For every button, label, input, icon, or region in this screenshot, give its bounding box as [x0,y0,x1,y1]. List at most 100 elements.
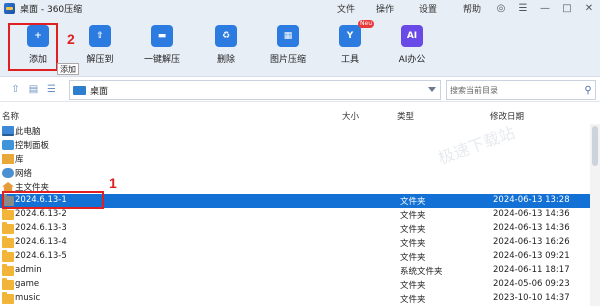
list-item[interactable]: game 文件夹 2024-05-06 09:23 [0,278,600,292]
list-item[interactable]: admin 系统文件夹 2024-06-11 18:17 [0,264,600,278]
image-compress-button[interactable]: ▦ 图片压缩 [262,21,314,71]
title-bar: 桌面 - 360压缩 文件 操作 设置 帮助 ◎ ☰ — □ ✕ [0,0,600,17]
file-list: 此电脑 控制面板库网络 主文件夹 2024.6.13-1 文件夹 2024-06-13 1… [0,124,600,306]
annotation-box-add [8,23,58,71]
file-date: 2024-06-11 18:17 [493,265,570,275]
app-logo-icon [4,3,15,14]
annotation-number-2: 2 [67,31,75,47]
menu-operate-label[interactable]: 操作 [376,2,394,15]
annotation-number-1: 1 [109,175,117,191]
menu-help-label[interactable]: 帮助 [463,2,481,15]
menu-file[interactable]: 文件 [337,0,355,17]
file-name: 2024.6.13-3 [15,223,67,233]
path-text: 桌面 [90,86,109,97]
add-tooltip: 添加 [57,63,79,75]
new-badge: Neu [358,20,374,28]
detail-view-icon[interactable]: ▤ [27,83,40,96]
extract-to-button[interactable]: ⇧ 解压到 [74,21,126,71]
list-item[interactable]: 此电脑 [0,124,600,138]
tools-button[interactable]: Y Neu 工具 [324,20,376,71]
folder-icon [2,278,14,290]
vertical-scrollbar[interactable] [590,124,600,306]
list-item[interactable]: 2024.6.13-3 文件夹 2024-06-13 14:36 [0,222,600,236]
image-compress-label: 图片压缩 [269,55,306,65]
list-item[interactable]: music 文件夹 2023-10-10 14:37 [0,292,600,306]
list-item[interactable]: 2024.6.13-5 文件夹 2024-06-13 09:21 [0,250,600,264]
path-input[interactable]: 桌面 [69,80,441,100]
file-date: 2024-06-13 16:26 [493,237,570,247]
toolbar: + 添加 ⇧ 解压到 ▬ 一键解压 ♻ 删除 ▦ 图片压缩 Y Neu 工具 A… [0,17,600,77]
folder-icon [2,292,14,304]
menu-help[interactable]: 帮助 [463,0,481,17]
file-name: 控制面板 [15,141,50,151]
desktop-folder-icon [73,85,86,95]
folder-icon [2,208,14,220]
tools-icon: Y Neu [339,20,374,47]
list-item[interactable]: 库 [0,152,600,166]
list-item[interactable]: 2024.6.13-2 文件夹 2024-06-13 14:36 [0,208,600,222]
address-bar: ⇧ ▤ ☰ 桌面 搜索当前目录 ⚲ [0,78,600,102]
file-type: 文件夹 [400,239,426,249]
folder-icon [2,222,14,234]
delete-button[interactable]: ♻ 删除 [200,21,252,71]
control-panel-icon [2,140,14,150]
file-type: 文件夹 [400,253,426,263]
library-icon [2,154,14,164]
folder-icon [2,236,14,248]
one-click-extract-button[interactable]: ▬ 一键解压 [136,21,188,71]
up-arrow-icon[interactable]: ⇧ [9,83,22,96]
search-input[interactable]: 搜索当前目录 ⚲ [446,80,596,100]
file-name: music [15,293,41,303]
folder-icon [2,250,14,262]
menu-settings-label[interactable]: 设置 [419,2,437,15]
extract-icon: ⇧ [89,25,111,47]
file-name: 网络 [15,169,33,179]
network-icon [2,168,14,178]
ai-office-button[interactable]: AI AI办公 [386,21,438,71]
menu-settings[interactable]: 设置 [419,0,437,17]
file-date: 2024-06-13 13:28 [493,195,570,205]
list-item[interactable]: 2024.6.13-4 文件夹 2024-06-13 16:26 [0,236,600,250]
skin-icon[interactable]: ◎ [490,0,512,17]
minimize-icon[interactable]: — [534,0,556,17]
search-icon[interactable]: ⚲ [581,85,595,96]
column-name[interactable]: 名称 [2,110,19,122]
file-name: 库 [15,155,24,165]
list-view-icon[interactable]: ☰ [45,83,58,96]
column-type[interactable]: 类型 [397,110,414,122]
recycle-bin-icon: ♻ [215,25,237,47]
file-name: admin [15,265,42,275]
extract-to-label: 解压到 [86,55,114,65]
file-type: 系统文件夹 [400,267,443,277]
menu-operate[interactable]: 操作 [376,0,394,17]
ai-glyph: AI [406,31,418,41]
list-item[interactable]: 网络 [0,166,600,180]
file-date: 2024-06-13 14:36 [493,223,570,233]
tools-label: 工具 [340,55,359,65]
search-placeholder: 搜索当前目录 [450,85,498,95]
file-type: 文件夹 [400,211,426,221]
file-type: 文件夹 [400,281,426,291]
pc-icon [2,126,14,136]
one-click-extract-label: 一键解压 [143,55,180,65]
window-title: 桌面 - 360压缩 [20,5,83,15]
close-icon[interactable]: ✕ [578,0,600,17]
file-type: 文件夹 [400,225,426,235]
ai-office-label: AI办公 [398,55,426,65]
path-dropdown-icon[interactable] [428,87,436,92]
image-compress-icon: ▦ [277,25,299,47]
file-type: 文件夹 [400,295,426,305]
folder-icon [2,264,14,276]
menu-file-label[interactable]: 文件 [337,2,355,15]
file-name: 此电脑 [15,127,41,137]
file-type: 文件夹 [400,197,426,207]
list-item[interactable]: 控制面板 [0,138,600,152]
column-size[interactable]: 大小 [342,110,359,122]
file-date: 2023-10-10 14:37 [493,293,570,303]
menu-icon[interactable]: ☰ [512,0,534,17]
maximize-icon[interactable]: □ [556,0,578,17]
file-date: 2024-06-13 09:21 [493,251,570,261]
annotation-box-row [2,191,104,209]
file-name: 2024.6.13-5 [15,251,67,261]
scrollbar-thumb[interactable] [592,126,598,166]
